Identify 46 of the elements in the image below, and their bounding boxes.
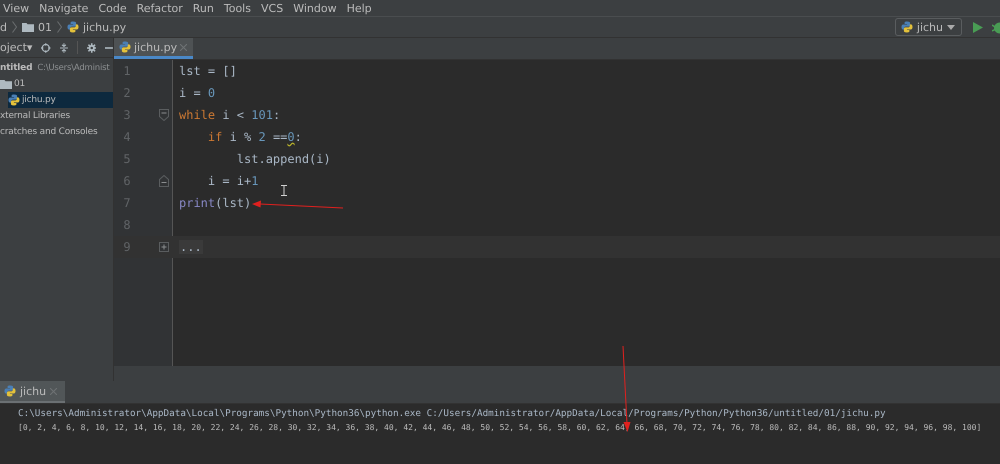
tree-item[interactable]: 01 [0, 76, 113, 92]
menu-item[interactable]: Help [346, 2, 372, 14]
text-cursor-icon [281, 185, 287, 196]
code-line: print(lst) [179, 196, 252, 210]
locate-icon[interactable] [41, 42, 51, 54]
code-line: i = 0 [179, 86, 216, 100]
expand-icon[interactable] [159, 242, 169, 252]
caret-icon [947, 24, 955, 30]
code-line: if i % 2 ==0: [206, 130, 302, 144]
minimize-icon[interactable] [105, 46, 113, 48]
menu-item[interactable]: Code [98, 2, 127, 14]
editor-tab[interactable]: jichu.py [114, 38, 194, 59]
menu-item[interactable]: View [3, 2, 30, 14]
python-file-icon [900, 21, 913, 33]
folder-icon [22, 22, 34, 32]
chevron-icon [56, 21, 62, 33]
menu-item[interactable]: Refactor [136, 2, 183, 14]
python-file-icon [119, 41, 131, 53]
python-file-icon [8, 94, 20, 106]
code-line: lst = [] [179, 64, 237, 78]
breadcrumb[interactable]: 01 [38, 20, 52, 34]
menu-item[interactable]: Navigate [39, 2, 88, 14]
code-line: i = i+1 [206, 174, 258, 188]
breadcrumb[interactable]: jichu.py [82, 20, 126, 34]
tree-item[interactable]: cratches and Consoles [0, 124, 113, 140]
tree-item[interactable]: ntitled C:\Users\Administ [0, 60, 113, 76]
python-file-icon [4, 385, 16, 397]
code-line: while i < 101: [179, 108, 280, 122]
run-config-dropdown[interactable]: jichu [894, 18, 962, 36]
run-tab[interactable]: jichu [0, 381, 66, 403]
python-file-icon [66, 21, 79, 33]
breadcrumb[interactable]: d [0, 20, 7, 34]
collapse-icon[interactable] [60, 42, 68, 54]
menu-item[interactable]: Run [192, 2, 214, 14]
run-icon[interactable] [973, 22, 983, 32]
folder-icon [0, 79, 12, 89]
chevron-icon [12, 21, 17, 33]
tree-item[interactable]: jichu.py [8, 92, 113, 108]
code-line: lst.append(i) [236, 152, 331, 166]
bug-icon[interactable] [992, 20, 1000, 34]
settings-icon[interactable] [86, 42, 96, 54]
menu-item[interactable]: Tools [224, 2, 251, 14]
tree-item[interactable]: xternal Libraries [0, 108, 113, 124]
menu-item[interactable]: Window [293, 2, 337, 14]
menu-item[interactable]: VCS [260, 2, 284, 14]
project-view-dropdown[interactable]: oject▾ [0, 41, 32, 54]
